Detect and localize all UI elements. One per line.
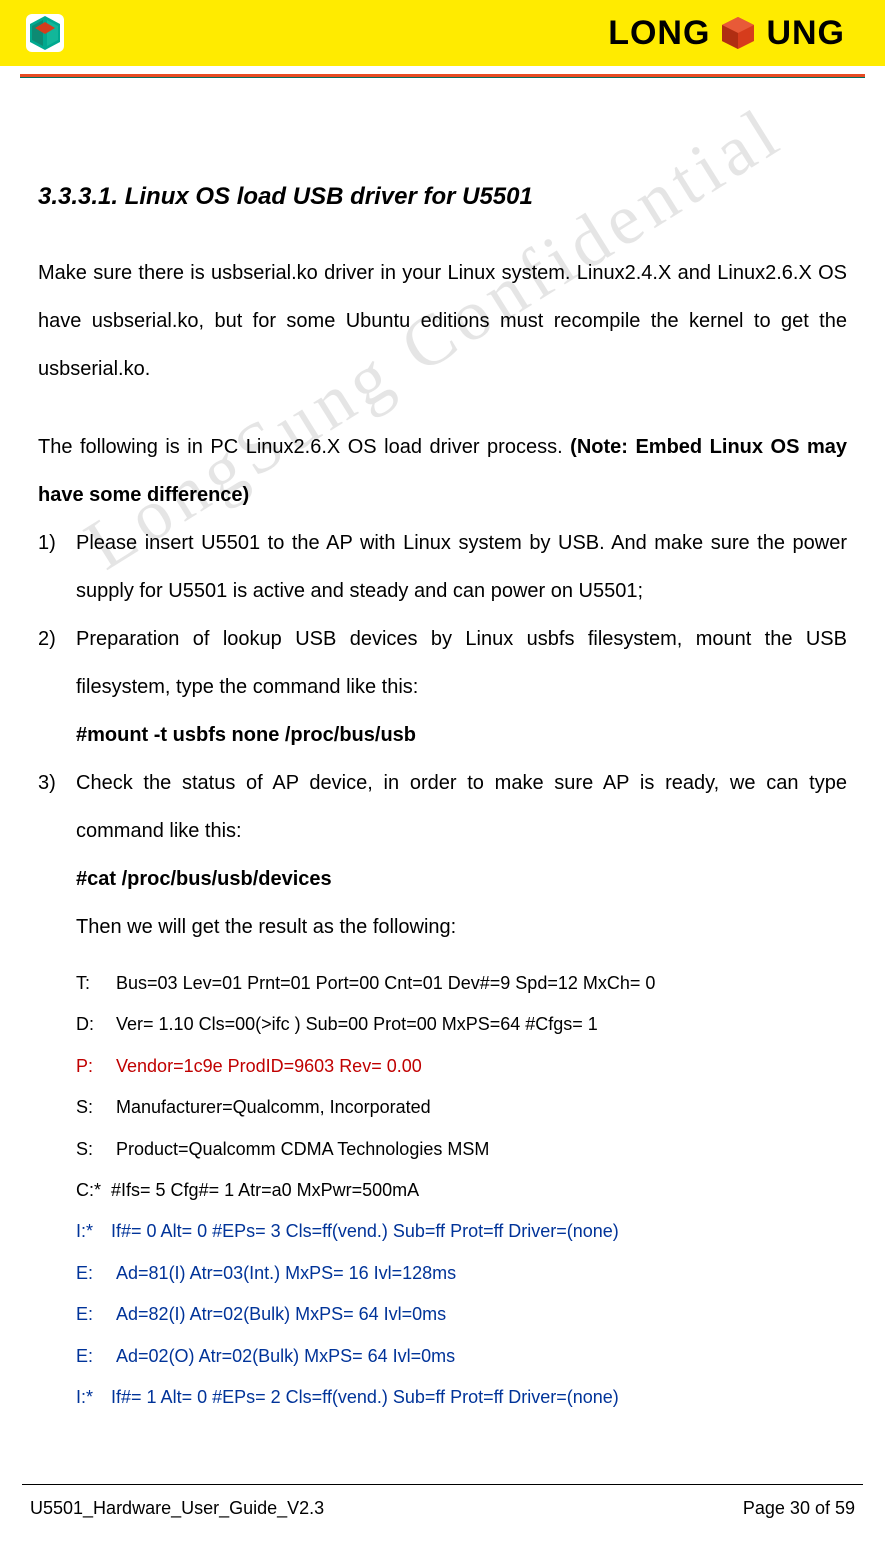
footer-page-number: Page 30 of 59 [743,1498,855,1519]
device-line-9: E: Ad=02(O) Atr=02(Bulk) MxPS= 64 Ivl=0m… [76,1336,847,1377]
device-line-0: T: Bus=03 Lev=01 Prnt=01 Port=00 Cnt=01 … [76,963,847,1004]
device-line-7: E: Ad=81(I) Atr=03(Int.) MxPS= 16 Ivl=12… [76,1253,847,1294]
device-line-1: D: Ver= 1.10 Cls=00(>ifc ) Sub=00 Prot=0… [76,1004,847,1045]
note-paragraph: The following is in PC Linux2.6.X OS loa… [38,423,847,519]
step-after: Then we will get the result as the follo… [76,916,456,938]
step-text: Please insert U5501 to the AP with Linux… [76,532,847,602]
step-number: 2) [38,615,56,663]
device-line-3: S: Manufacturer=Qualcomm, Incorporated [76,1087,847,1128]
step-command: #mount -t usbfs none /proc/bus/usb [76,724,416,746]
footer-doc-title: U5501_Hardware_User_Guide_V2.3 [30,1498,324,1519]
page-footer: U5501_Hardware_User_Guide_V2.3 Page 30 o… [30,1498,855,1519]
step-1: 1) Please insert U5501 to the AP with Li… [38,519,847,615]
brand-logo: LONG UNG [608,11,845,55]
section-heading: 3.3.3.1. Linux OS load USB driver for U5… [38,183,847,211]
device-line-5: C:* #Ifs= 5 Cfg#= 1 Atr=a0 MxPwr=500mA [76,1170,847,1211]
device-line-10: I:* If#= 1 Alt= 0 #EPs= 2 Cls=ff(vend.) … [76,1377,847,1418]
brand-text-right: UNG [766,14,845,53]
brand-icon [716,11,760,55]
step-number: 3) [38,759,56,807]
device-line-6: I:* If#= 0 Alt= 0 #EPs= 3 Cls=ff(vend.) … [76,1211,847,1252]
page-content: LongSung Confidential 3.3.3.1. Linux OS … [0,78,885,1418]
steps-list: 1) Please insert U5501 to the AP with Li… [38,519,847,951]
brand-text-left: LONG [608,14,710,53]
device-line-8: E: Ad=82(I) Atr=02(Bulk) MxPS= 64 Ivl=0m… [76,1294,847,1335]
logo-cube-icon [20,8,70,58]
step-text: Check the status of AP device, in order … [76,772,847,842]
device-line-4: S: Product=Qualcomm CDMA Technologies MS… [76,1129,847,1170]
step-2: 2) Preparation of lookup USB devices by … [38,615,847,759]
device-line-2: P: Vendor=1c9e ProdID=9603 Rev= 0.00 [76,1046,847,1087]
intro-paragraph: Make sure there is usbserial.ko driver i… [38,249,847,393]
step-text: Preparation of lookup USB devices by Lin… [76,628,847,698]
note-intro: The following is in PC Linux2.6.X OS loa… [38,436,570,458]
step-3: 3) Check the status of AP device, in ord… [38,759,847,951]
step-command: #cat /proc/bus/usb/devices [76,868,332,890]
step-number: 1) [38,519,56,567]
device-output: T: Bus=03 Lev=01 Prnt=01 Port=00 Cnt=01 … [38,963,847,1418]
logo-left [20,8,70,58]
header-band: LONG UNG [0,0,885,66]
footer-divider [22,1484,863,1485]
